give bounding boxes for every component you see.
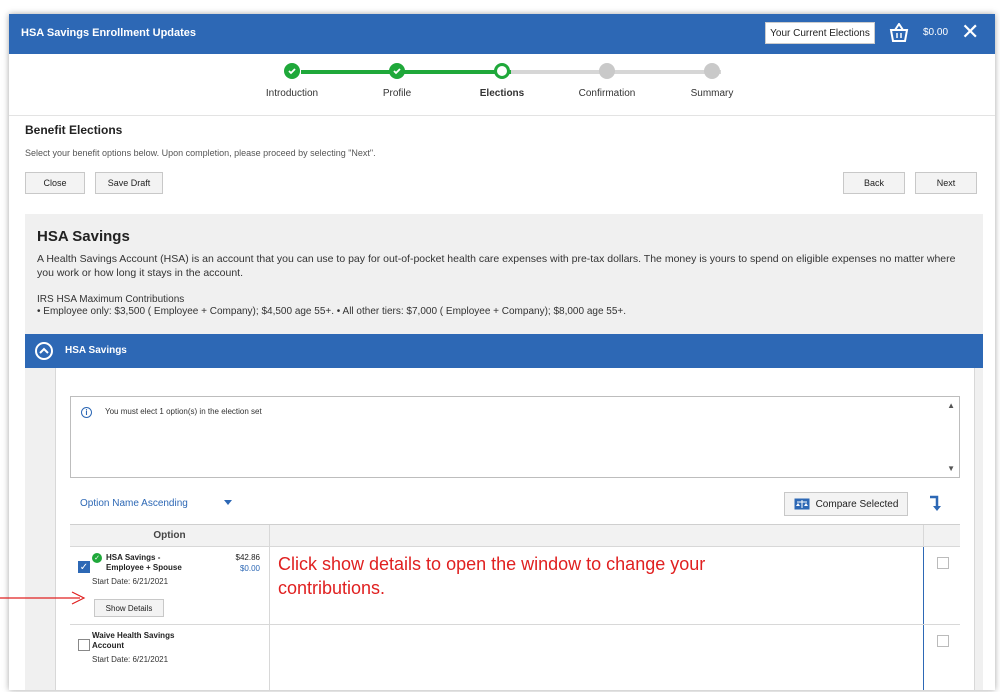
step-elections-dot (494, 63, 510, 79)
column-header-option: Option (70, 525, 270, 547)
option-start-date: Start Date: 6/21/2021 (92, 577, 169, 586)
compare-label: Compare Selected (815, 498, 899, 510)
collapse-chevron-icon[interactable] (35, 342, 53, 360)
page-title: Benefit Elections (25, 123, 123, 137)
progress-stepper: Introduction Profile Elections Confirmat… (9, 54, 995, 116)
scroll-up-icon[interactable]: ▲ (947, 401, 955, 410)
annotation-arrow-icon (0, 591, 86, 605)
step-label-elections: Elections (479, 88, 525, 99)
next-button[interactable]: Next (915, 172, 977, 194)
election-requirement-message: You must elect 1 option(s) in the electi… (105, 407, 262, 416)
header-bar: HSA Savings Enrollment Updates Your Curr… (9, 14, 995, 54)
step-label-confirmation: Confirmation (578, 88, 636, 99)
compare-checkbox[interactable] (937, 557, 949, 569)
options-table: Option ✓ ✓ HSA Savings - Employee + Spou… (70, 524, 960, 690)
step-confirmation-dot (599, 63, 615, 79)
option-price-company: $0.00 (239, 564, 260, 573)
compare-cell (923, 625, 960, 690)
show-details-button[interactable]: Show Details (94, 599, 164, 617)
option-cell: ✓ ✓ HSA Savings - Employee + Spouse Star… (70, 547, 270, 624)
table-row: Waive Health Savings Account Start Date:… (70, 625, 960, 690)
hsa-accordion-header[interactable]: HSA Savings (25, 334, 983, 368)
basket-icon[interactable] (888, 23, 910, 43)
step-summary-dot (704, 63, 720, 79)
stepper-line-complete (301, 70, 511, 74)
column-header-details (270, 525, 923, 547)
option-name-line1: Waive Health Savings (92, 631, 175, 640)
window-title: HSA Savings Enrollment Updates (21, 27, 197, 39)
step-profile-check-icon (389, 63, 405, 79)
cart-total: $0.00 (923, 27, 949, 38)
step-introduction-check-icon (284, 63, 300, 79)
step-label-summary: Summary (690, 88, 734, 99)
option-checkbox[interactable]: ✓ (78, 561, 90, 573)
current-elections-button[interactable]: Your Current Elections (765, 22, 875, 44)
annotation-text: Click show details to open the window to… (278, 554, 706, 598)
step-label-introduction: Introduction (265, 88, 319, 99)
option-cell: Waive Health Savings Account Start Date:… (70, 625, 270, 690)
irs-limits-text: • Employee only: $3,500 ( Employee + Com… (37, 306, 627, 317)
close-icon[interactable]: ✕ (961, 20, 979, 44)
option-start-date: Start Date: 6/21/2021 (92, 655, 169, 664)
hsa-title: HSA Savings (37, 228, 130, 245)
scale-icon (794, 498, 810, 510)
compare-cell (923, 547, 960, 624)
compare-checkbox[interactable] (937, 635, 949, 647)
option-name-line1: HSA Savings - (106, 553, 161, 562)
info-icon: i (81, 407, 92, 418)
hsa-description: A Health Savings Account (HSA) is an acc… (37, 253, 956, 279)
sort-caret-icon[interactable] (224, 500, 232, 505)
page-instructions: Select your benefit options below. Upon … (25, 148, 376, 158)
option-name: HSA Savings - Employee + Spouse (106, 553, 182, 573)
accordion-title: HSA Savings (65, 345, 127, 356)
option-checkbox[interactable] (78, 639, 90, 651)
eligible-check-icon: ✓ (92, 553, 102, 563)
save-draft-button[interactable]: Save Draft (95, 172, 163, 194)
close-button[interactable]: Close (25, 172, 85, 194)
irs-limits-title: IRS HSA Maximum Contributions (37, 294, 185, 305)
stepper-line-pending (511, 70, 721, 74)
option-name: Waive Health Savings Account (92, 631, 174, 651)
election-area: i You must elect 1 option(s) in the elec… (55, 368, 975, 690)
option-price-employee: $42.86 (235, 553, 260, 562)
back-button[interactable]: Back (843, 172, 905, 194)
step-label-profile: Profile (382, 88, 412, 99)
column-header-compare (923, 525, 960, 547)
option-name-line2: Employee + Spouse (106, 563, 182, 572)
message-box: i You must elect 1 option(s) in the elec… (70, 396, 960, 478)
sort-dropdown[interactable]: Option Name Ascending (80, 498, 188, 509)
option-name-line2: Account (92, 641, 124, 650)
sort-direction-arrow-icon[interactable] (928, 495, 942, 513)
compare-selected-button[interactable]: Compare Selected (784, 492, 908, 516)
scroll-down-icon[interactable]: ▼ (947, 464, 955, 473)
